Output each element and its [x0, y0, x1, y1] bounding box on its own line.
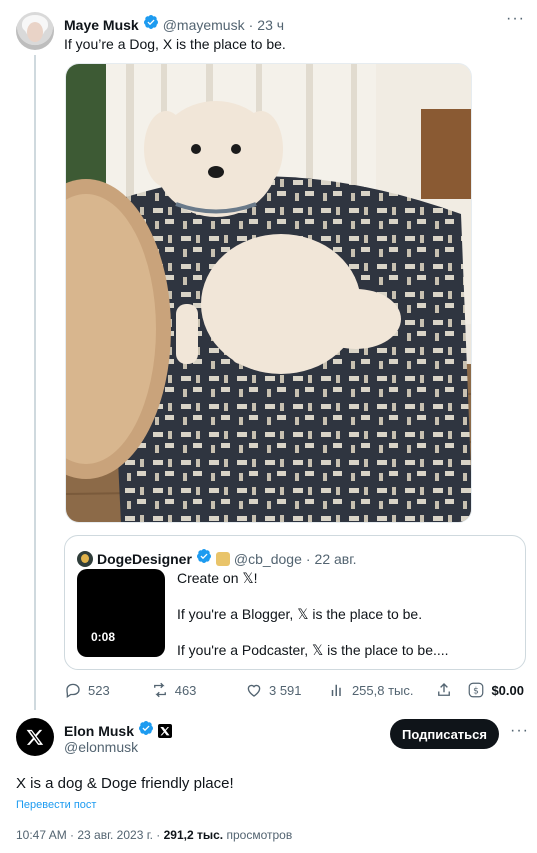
quoted-text-line: Create on 𝕏! — [177, 570, 258, 586]
verified-badge-icon — [143, 14, 159, 35]
like-count: 3 591 — [268, 682, 302, 698]
views-chart-icon — [331, 684, 341, 696]
verified-badge-icon — [196, 548, 212, 569]
quoted-tweet[interactable]: DogeDesigner @cb_doge · 22 авг. 0:08 Cre… — [64, 535, 526, 670]
avatar[interactable] — [16, 12, 54, 50]
avatar-face — [27, 22, 43, 42]
separator-dot: · — [248, 16, 254, 33]
quoted-text-line: If you're a Podcaster, 𝕏 is the place to… — [177, 642, 449, 658]
views-label: просмотров — [226, 828, 293, 842]
author-handle[interactable]: @elonmusk — [64, 739, 138, 755]
reply-icon — [66, 683, 80, 699]
dog-photo-illustration — [66, 64, 471, 522]
separator-dot: · — [305, 550, 311, 567]
thread-connector-line — [34, 55, 36, 710]
tip-button[interactable]: $ $0.00 — [467, 681, 524, 699]
quoted-tweet-time: 22 авг. — [314, 550, 357, 567]
x-affiliate-badge-icon — [158, 723, 173, 738]
quoted-author-name: DogeDesigner — [97, 550, 192, 567]
tweet-header: Elon Musk — [64, 720, 173, 741]
views-count: 291,2 тыс. — [163, 828, 224, 842]
author-name[interactable]: Elon Musk — [64, 723, 134, 739]
quoted-avatar — [77, 550, 93, 567]
more-options-icon[interactable]: ··· — [506, 10, 525, 28]
tweet-timestamp[interactable]: 10:47 AM · 23 авг. 2023 г. · — [16, 828, 160, 842]
reply-button[interactable]: 523 — [64, 681, 151, 699]
author-name[interactable]: Maye Musk — [64, 17, 139, 33]
verified-badge-icon — [138, 720, 154, 741]
dollar-icon: $ — [469, 682, 484, 698]
svg-text:$: $ — [474, 686, 480, 696]
doge-emoji-icon — [215, 551, 230, 566]
views-button[interactable]: 255,8 тыс. — [328, 681, 435, 699]
reply-count: 523 — [88, 682, 110, 698]
repost-icon — [153, 682, 166, 698]
video-duration: 0:08 — [91, 630, 116, 644]
tip-amount: $0.00 — [491, 682, 524, 698]
tweet-text: If you’re a Dog, X is the place to be. — [64, 36, 286, 52]
like-button[interactable]: 3 591 — [245, 681, 328, 699]
tweet-meta: 10:47 AM · 23 авг. 2023 г. · 291,2 тыс. … — [16, 828, 292, 842]
tweet-action-bar: 523 463 3 591 255,8 тыс. $ $0.00 — [64, 680, 524, 700]
translate-link[interactable]: Перевести пост — [16, 799, 96, 811]
quoted-tweet-header: DogeDesigner @cb_doge · 22 авг. — [77, 548, 357, 569]
tweet-time[interactable]: 23 ч — [257, 17, 284, 33]
video-thumbnail[interactable]: 0:08 — [77, 569, 165, 657]
repost-count: 463 — [174, 682, 197, 698]
share-button[interactable] — [435, 681, 467, 699]
dog-photo[interactable] — [65, 63, 472, 523]
avatar[interactable] — [16, 718, 54, 756]
subscribe-button[interactable]: Подписаться — [390, 719, 499, 749]
author-handle[interactable]: @mayemusk — [163, 17, 245, 33]
repost-button[interactable]: 463 — [151, 681, 245, 699]
views-count: 255,8 тыс. — [351, 682, 414, 698]
heart-icon — [247, 684, 261, 697]
tweet-text: X is a dog & Doge friendly place! — [16, 775, 234, 792]
quoted-author-handle: @cb_doge — [233, 550, 302, 567]
quoted-text-line: If you're a Blogger, 𝕏 is the place to b… — [177, 606, 423, 622]
share-icon — [438, 683, 451, 696]
x-logo-icon — [26, 729, 44, 745]
tweet-header: Maye Musk @mayemusk · 23 ч — [64, 14, 284, 35]
more-options-icon[interactable]: ··· — [510, 722, 529, 740]
